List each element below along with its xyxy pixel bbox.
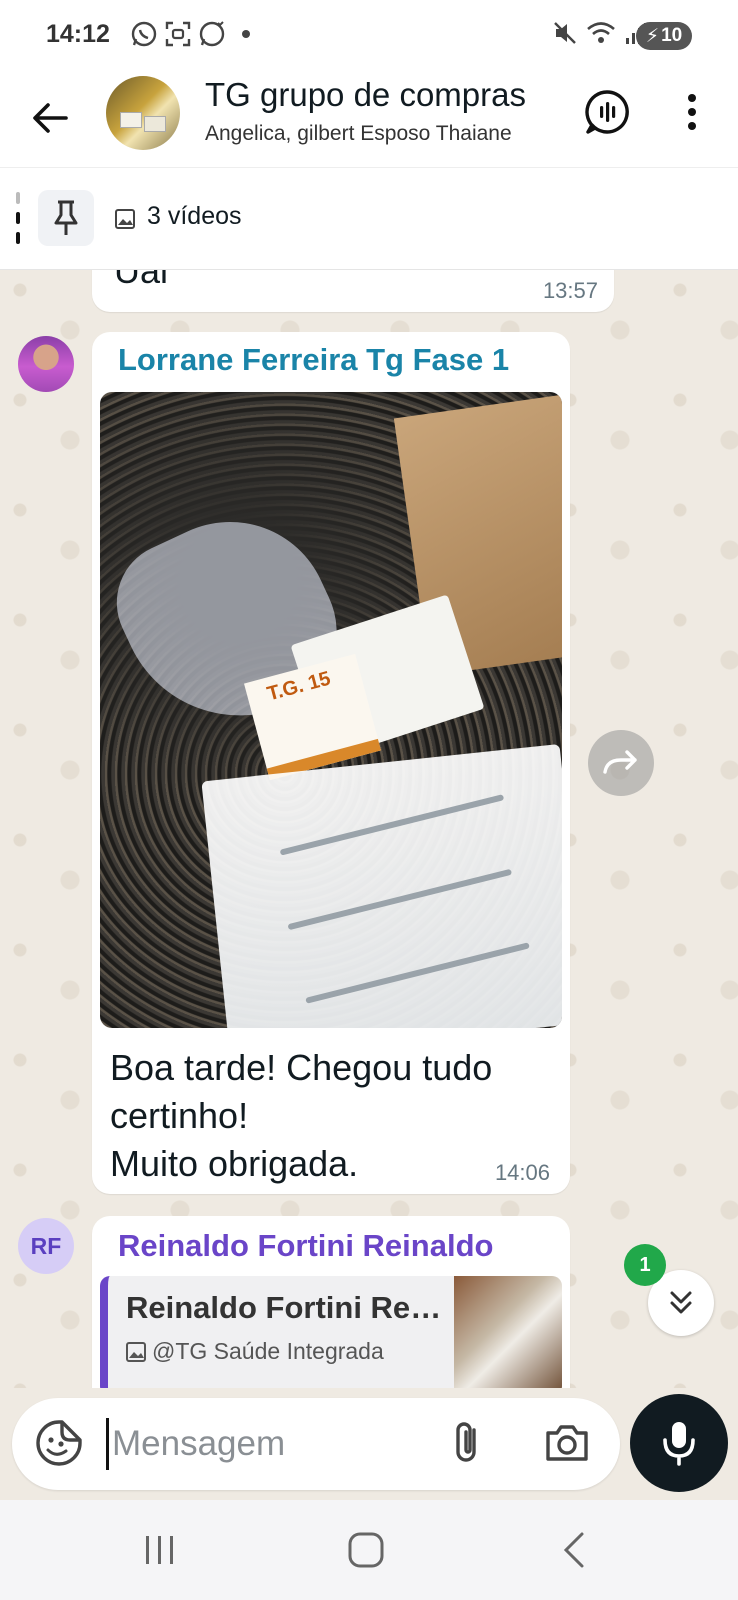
dot-icon [242, 30, 250, 38]
double-chevron-down-icon [670, 1291, 692, 1314]
status-time: 14:12 [46, 20, 110, 48]
whatsapp-business-icon [199, 21, 225, 47]
pin-icon [54, 200, 78, 235]
image-icon [115, 209, 135, 229]
back-chevron-icon[interactable] [556, 1530, 592, 1570]
composer-bar [0, 1388, 738, 1500]
microphone-icon [663, 1422, 695, 1466]
quoted-message[interactable]: Reinaldo Fortini Reinaldo @TG Saúde Inte… [100, 1276, 562, 1388]
chat-header: TG grupo de compras Angelica, gilbert Es… [0, 72, 738, 168]
pin-button[interactable] [38, 190, 94, 246]
pinned-text: 3 vídeos [147, 202, 242, 230]
pin-indicator [16, 192, 20, 244]
wifi-icon [587, 22, 615, 43]
status-bar: 14:12 ⚡ 10 [0, 0, 738, 72]
more-options-icon[interactable] [676, 88, 708, 136]
mute-icon [554, 22, 576, 44]
attachment-icon[interactable] [444, 1418, 492, 1468]
message-input[interactable] [112, 1416, 432, 1472]
quoted-subtitle: @TG Saúde Integrada [152, 1338, 384, 1364]
battery-charging-icon: ⚡ 10 [636, 22, 692, 50]
composer-pill [12, 1398, 620, 1490]
scan-icon [165, 21, 191, 47]
chat-area[interactable]: Uai 13:57 Lorrane Ferreira Tg Fase 1 T.G… [0, 270, 738, 1388]
message-time: 14:06 [494, 1160, 550, 1185]
sender-avatar[interactable]: RF [18, 1218, 74, 1274]
message-caption: Boa tarde! Chegou tudo certinho! Muito o… [110, 1047, 493, 1184]
battery-bolt: ⚡ [645, 25, 660, 47]
group-title[interactable]: TG grupo de compras [205, 76, 555, 114]
pinned-message-bar[interactable]: 3 vídeos [0, 168, 738, 270]
recent-apps-icon[interactable] [142, 1532, 178, 1568]
back-arrow-icon[interactable] [26, 94, 74, 142]
battery-level: 10 [661, 25, 683, 46]
voice-record-button[interactable] [630, 1394, 728, 1492]
message-time: 13:57 [542, 278, 598, 303]
voice-chat-icon[interactable] [583, 88, 631, 136]
forward-button[interactable] [588, 730, 654, 796]
home-icon[interactable] [346, 1530, 386, 1570]
image-icon [126, 1342, 146, 1362]
forward-icon [603, 750, 637, 774]
quoted-thumbnail [454, 1276, 562, 1388]
quoted-sender: Reinaldo Fortini Reinaldo [126, 1290, 446, 1325]
whatsapp-icon [131, 21, 157, 47]
message-photo[interactable]: T.G. 15 [100, 392, 562, 1028]
text-caret [106, 1418, 109, 1470]
message-bubble[interactable]: Uai 13:57 [92, 270, 614, 312]
photo-message-bubble[interactable]: Lorrane Ferreira Tg Fase 1 T.G. 15 Boa t… [92, 332, 570, 1194]
group-members[interactable]: Angelica, gilbert Esposo Thaiane [205, 122, 555, 146]
reply-message-bubble[interactable]: Reinaldo Fortini Reinaldo Reinaldo Forti… [92, 1216, 570, 1388]
sender-name[interactable]: Lorrane Ferreira Tg Fase 1 [118, 342, 509, 378]
sticker-icon[interactable] [34, 1418, 84, 1468]
camera-icon[interactable] [542, 1418, 592, 1468]
message-text: Uai [114, 270, 169, 291]
quoted-text: @TG Saúde Integrada [126, 1338, 446, 1365]
group-avatar[interactable] [106, 76, 180, 150]
status-notification-icons [130, 20, 250, 48]
sender-avatar[interactable] [18, 336, 74, 392]
unread-count-badge: 1 [624, 1244, 666, 1286]
system-navigation-bar [0, 1500, 738, 1600]
sender-name[interactable]: Reinaldo Fortini Reinaldo [118, 1228, 538, 1264]
